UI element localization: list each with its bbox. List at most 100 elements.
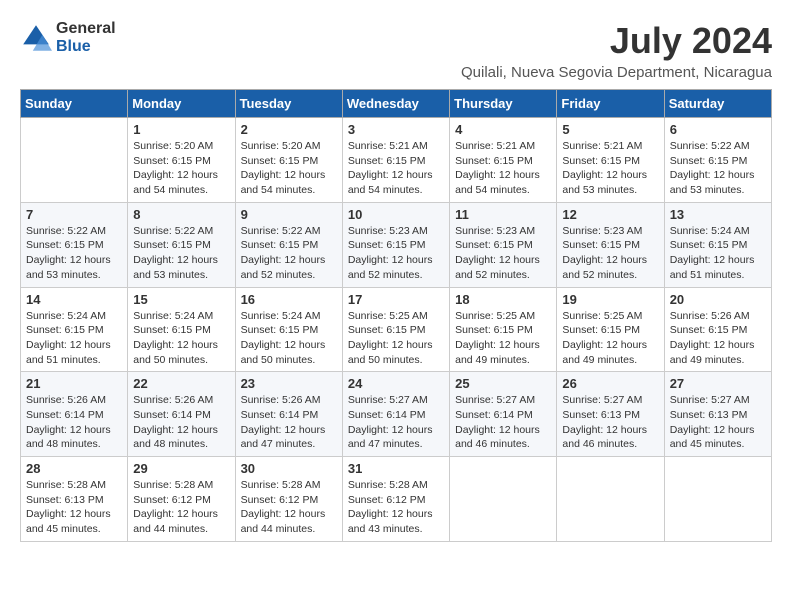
day-number: 31 [348,461,444,476]
day-number: 7 [26,207,122,222]
day-number: 22 [133,376,229,391]
day-number: 27 [670,376,766,391]
calendar-cell: 16 Sunrise: 5:24 AMSunset: 6:15 PMDayligh… [235,287,342,372]
calendar-cell: 4Sunrise: 5:21 AMSunset: 6:15 PMDaylight… [450,118,557,203]
day-info: Sunrise: 5:24 AMSunset: 6:15 PMDaylight:… [133,309,229,368]
day-info: Sunrise: 5:25 AMSunset: 6:15 PMDaylight:… [562,309,658,368]
day-number: 5 [562,122,658,137]
day-number: 20 [670,292,766,307]
calendar-week-5: 28 Sunrise: 5:28 AMSunset: 6:13 PMDayligh… [21,457,772,542]
day-number: 18 [455,292,551,307]
day-info: Sunrise: 5:25 AMSunset: 6:15 PMDaylight:… [455,309,551,368]
day-info: Sunrise: 5:22 AMSunset: 6:15 PMDaylight:… [670,139,766,198]
logo-blue-text: Blue [56,38,116,56]
calendar-cell: 14 Sunrise: 5:24 AMSunset: 6:15 PMDayligh… [21,287,128,372]
calendar-cell: 23Sunrise: 5:26 AMSunset: 6:14 PMDayligh… [235,372,342,457]
day-info: Sunrise: 5:22 AMSunset: 6:15 PMDaylight:… [26,224,122,283]
calendar-cell [21,118,128,203]
day-number: 21 [26,376,122,391]
calendar-cell: 28 Sunrise: 5:28 AMSunset: 6:13 PMDayligh… [21,457,128,542]
day-info: Sunrise: 5:28 AMSunset: 6:12 PMDaylight:… [241,478,337,537]
column-header-friday: Friday [557,90,664,118]
calendar-cell: 9Sunrise: 5:22 AMSunset: 6:15 PMDaylight… [235,202,342,287]
day-info: Sunrise: 5:23 AMSunset: 6:15 PMDaylight:… [562,224,658,283]
day-info: Sunrise: 5:24 AMSunset: 6:15 PMDaylight:… [670,224,766,283]
day-info: Sunrise: 5:24 AMSunset: 6:15 PMDaylight:… [241,309,337,368]
calendar-table: SundayMondayTuesdayWednesdayThursdayFrid… [20,89,772,542]
day-header-row: SundayMondayTuesdayWednesdayThursdayFrid… [21,90,772,118]
calendar-cell [450,457,557,542]
calendar-cell: 25 Sunrise: 5:27 AMSunset: 6:14 PMDayligh… [450,372,557,457]
logo: General Blue [20,20,116,55]
day-info: Sunrise: 5:22 AMSunset: 6:15 PMDaylight:… [133,224,229,283]
calendar-cell: 15 Sunrise: 5:24 AMSunset: 6:15 PMDayligh… [128,287,235,372]
calendar-cell: 5 Sunrise: 5:21 AMSunset: 6:15 PMDaylight… [557,118,664,203]
day-number: 15 [133,292,229,307]
day-number: 28 [26,461,122,476]
day-info: Sunrise: 5:28 AMSunset: 6:13 PMDaylight:… [26,478,122,537]
day-number: 25 [455,376,551,391]
calendar-cell: 31Sunrise: 5:28 AMSunset: 6:12 PMDayligh… [342,457,449,542]
day-number: 17 [348,292,444,307]
day-number: 24 [348,376,444,391]
calendar-cell: 24Sunrise: 5:27 AMSunset: 6:14 PMDayligh… [342,372,449,457]
calendar-cell: 26Sunrise: 5:27 AMSunset: 6:13 PMDayligh… [557,372,664,457]
logo-icon [20,22,52,54]
day-info: Sunrise: 5:20 AMSunset: 6:15 PMDaylight:… [241,139,337,198]
column-header-sunday: Sunday [21,90,128,118]
day-number: 6 [670,122,766,137]
calendar-cell: 21Sunrise: 5:26 AMSunset: 6:14 PMDayligh… [21,372,128,457]
day-info: Sunrise: 5:23 AMSunset: 6:15 PMDaylight:… [348,224,444,283]
day-number: 12 [562,207,658,222]
day-number: 4 [455,122,551,137]
calendar-cell: 29 Sunrise: 5:28 AMSunset: 6:12 PMDayligh… [128,457,235,542]
day-number: 3 [348,122,444,137]
calendar-cell: 2 Sunrise: 5:20 AMSunset: 6:15 PMDaylight… [235,118,342,203]
column-header-wednesday: Wednesday [342,90,449,118]
day-info: Sunrise: 5:21 AMSunset: 6:15 PMDaylight:… [562,139,658,198]
day-info: Sunrise: 5:22 AMSunset: 6:15 PMDaylight:… [241,224,337,283]
calendar-week-4: 21 Sunrise: 5:26 AMSunset: 6:14 PMDayligh… [21,372,772,457]
day-info: Sunrise: 5:23 AMSunset: 6:15 PMDaylight:… [455,224,551,283]
day-number: 2 [241,122,337,137]
day-number: 30 [241,461,337,476]
day-number: 14 [26,292,122,307]
calendar-cell: 3 Sunrise: 5:21 AMSunset: 6:15 PMDaylight… [342,118,449,203]
calendar-cell: 22 Sunrise: 5:26 AMSunset: 6:14 PMDayligh… [128,372,235,457]
day-info: Sunrise: 5:26 AMSunset: 6:14 PMDaylight:… [133,393,229,452]
calendar-week-2: 7 Sunrise: 5:22 AMSunset: 6:15 PMDaylight… [21,202,772,287]
calendar-cell: 8 Sunrise: 5:22 AMSunset: 6:15 PMDaylight… [128,202,235,287]
calendar-cell [664,457,771,542]
day-info: Sunrise: 5:25 AMSunset: 6:15 PMDaylight:… [348,309,444,368]
calendar-body: 1Sunrise: 5:20 AMSunset: 6:15 PMDaylight… [21,118,772,542]
day-info: Sunrise: 5:27 AMSunset: 6:13 PMDaylight:… [670,393,766,452]
column-header-monday: Monday [128,90,235,118]
calendar-cell: 27 Sunrise: 5:27 AMSunset: 6:13 PMDayligh… [664,372,771,457]
month-title: July 2024 [461,20,772,62]
day-number: 29 [133,461,229,476]
column-header-saturday: Saturday [664,90,771,118]
calendar-week-3: 14 Sunrise: 5:24 AMSunset: 6:15 PMDayligh… [21,287,772,372]
day-number: 16 [241,292,337,307]
calendar-header: SundayMondayTuesdayWednesdayThursdayFrid… [21,90,772,118]
day-number: 19 [562,292,658,307]
day-info: Sunrise: 5:27 AMSunset: 6:13 PMDaylight:… [562,393,658,452]
calendar-cell: 17 Sunrise: 5:25 AMSunset: 6:15 PMDayligh… [342,287,449,372]
logo-general-text: General [56,20,116,38]
location-title: Quilali, Nueva Segovia Department, Nicar… [461,64,772,81]
day-info: Sunrise: 5:26 AMSunset: 6:14 PMDaylight:… [241,393,337,452]
day-info: Sunrise: 5:26 AMSunset: 6:15 PMDaylight:… [670,309,766,368]
calendar-cell: 12 Sunrise: 5:23 AMSunset: 6:15 PMDayligh… [557,202,664,287]
calendar-cell: 10 Sunrise: 5:23 AMSunset: 6:15 PMDayligh… [342,202,449,287]
day-info: Sunrise: 5:21 AMSunset: 6:15 PMDaylight:… [348,139,444,198]
day-info: Sunrise: 5:28 AMSunset: 6:12 PMDaylight:… [133,478,229,537]
calendar-cell: 19 Sunrise: 5:25 AMSunset: 6:15 PMDayligh… [557,287,664,372]
day-info: Sunrise: 5:24 AMSunset: 6:15 PMDaylight:… [26,309,122,368]
calendar-cell: 30 Sunrise: 5:28 AMSunset: 6:12 PMDayligh… [235,457,342,542]
day-number: 8 [133,207,229,222]
day-info: Sunrise: 5:27 AMSunset: 6:14 PMDaylight:… [455,393,551,452]
column-header-thursday: Thursday [450,90,557,118]
calendar-cell [557,457,664,542]
day-number: 10 [348,207,444,222]
column-header-tuesday: Tuesday [235,90,342,118]
